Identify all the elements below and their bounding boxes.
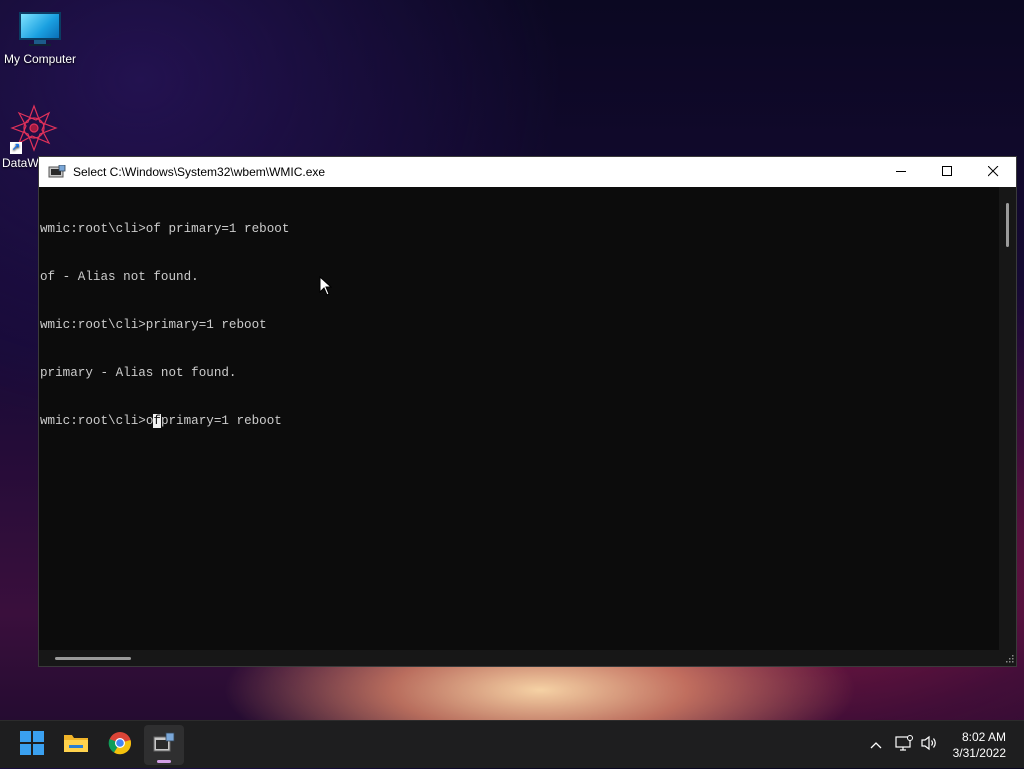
shortcut-arrow-icon: ↗ [10,142,22,154]
speaker-icon [920,735,938,756]
wmic-taskbar-button[interactable] [144,725,184,765]
desktop-icon-my-computer[interactable]: My Computer [0,2,80,66]
windows-logo-icon [20,730,44,760]
console-prompt: wmic:root\cli> [40,414,146,428]
console-line: wmic:root\cli>of primary=1 reboot [40,222,290,236]
network-icon [895,734,913,756]
window-titlebar[interactable]: Select C:\Windows\System32\wbem\WMIC.exe [39,157,1016,187]
network-button[interactable] [893,721,915,769]
wmic-console-window[interactable]: Select C:\Windows\System32\wbem\WMIC.exe… [38,156,1017,667]
file-explorer-button[interactable] [56,725,96,765]
clock[interactable]: 8:02 AM 3/31/2022 [953,729,1006,761]
vertical-scrollbar-thumb[interactable] [1006,203,1009,247]
clock-time: 8:02 AM [961,730,1006,744]
start-button[interactable] [12,725,52,765]
folder-icon [63,732,89,759]
volume-button[interactable] [918,721,940,769]
vertical-scrollbar[interactable] [999,187,1016,651]
monitor-icon [19,12,61,46]
console-app-icon [48,164,66,179]
mandala-app-icon: ↗ [10,104,58,154]
tray-overflow-button[interactable] [866,721,886,769]
window-title: Select C:\Windows\System32\wbem\WMIC.exe [73,165,326,179]
chrome-button[interactable] [100,725,140,765]
taskbar: 8:02 AM 3/31/2022 [0,720,1024,768]
console-app-icon [152,731,176,760]
chrome-icon [108,731,132,760]
horizontal-scrollbar-thumb[interactable] [55,657,131,660]
console-output[interactable]: wmic:root\cli>of primary=1 reboot of - A… [39,187,1000,651]
close-icon [987,164,999,180]
console-text-after-cursor: primary=1 reboot [160,414,282,428]
horizontal-scrollbar[interactable] [39,650,1000,666]
active-indicator [157,760,171,763]
maximize-icon [941,164,953,180]
minimize-button[interactable] [878,157,924,187]
resize-grip-icon[interactable] [999,650,1016,666]
text-cursor: f [153,414,161,428]
close-button[interactable] [970,157,1016,187]
chevron-up-icon [870,736,882,754]
console-line: of - Alias not found. [40,270,199,284]
console-line: primary - Alias not found. [40,366,237,380]
console-line: wmic:root\cli>primary=1 reboot [40,318,267,332]
clock-date: 3/31/2022 [952,746,1006,760]
console-current-line[interactable]: wmic:root\cli>ofprimary=1 reboot [40,413,1000,429]
desktop-icon-label: My Computer [3,52,77,66]
minimize-icon [895,164,907,180]
maximize-button[interactable] [924,157,970,187]
mouse-pointer-icon [319,275,333,296]
